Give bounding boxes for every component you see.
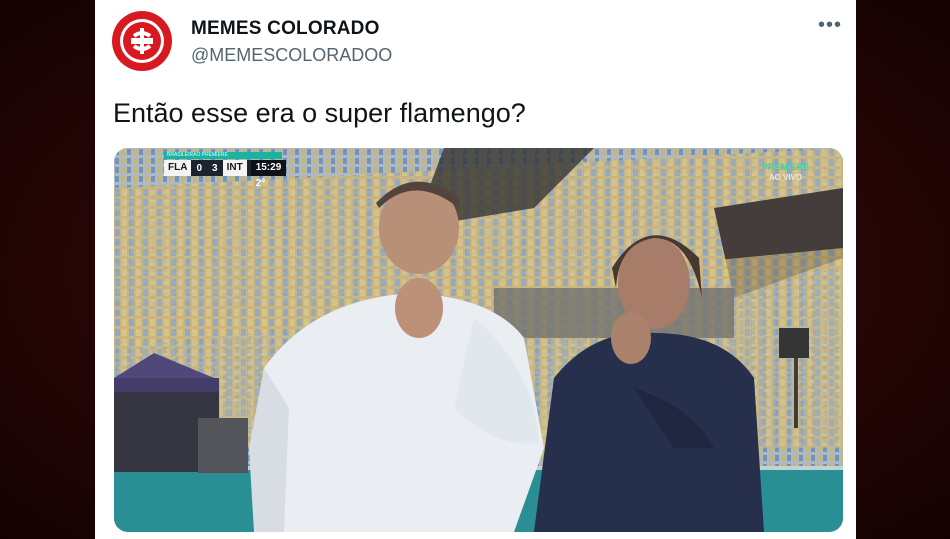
user-handle[interactable]: @MEMESCOLORADOO bbox=[191, 45, 392, 66]
scoreboard-banner: BRASILEIRAO PREMIERE bbox=[164, 152, 282, 159]
away-score: 3 bbox=[212, 162, 218, 174]
sport-club-internacional-crest-icon bbox=[112, 11, 172, 71]
broadcaster-logo: PREMIERE AO VIVO bbox=[762, 162, 809, 182]
tweet-text: Então esse era o super flamengo? bbox=[113, 98, 526, 128]
broadcaster-name: PREMIERE bbox=[761, 162, 809, 172]
more-options-icon[interactable]: ••• bbox=[818, 14, 842, 37]
display-name[interactable]: MEMES COLORADO bbox=[191, 18, 380, 40]
clock-time: 15:29 bbox=[255, 162, 282, 173]
broadcaster-live-label: AO VIVO bbox=[768, 173, 803, 182]
match-clock: 15:29 2º bbox=[250, 160, 287, 189]
tweet-media-image[interactable]: BRASILEIRAO PREMIERE FLA 0 3 INT 15:29 2… bbox=[114, 148, 843, 532]
home-score: 0 bbox=[196, 162, 203, 174]
tweet-card: MEMES COLORADO @MEMESCOLORADOO ••• Então… bbox=[95, 0, 856, 539]
match-half: 2º bbox=[255, 178, 265, 189]
stadium-photo bbox=[114, 148, 843, 532]
scoreboard-row: FLA 0 3 INT 15:29 2º bbox=[164, 160, 287, 189]
away-team: INT bbox=[222, 160, 247, 176]
avatar[interactable] bbox=[111, 10, 173, 72]
home-team: FLA bbox=[164, 160, 192, 176]
